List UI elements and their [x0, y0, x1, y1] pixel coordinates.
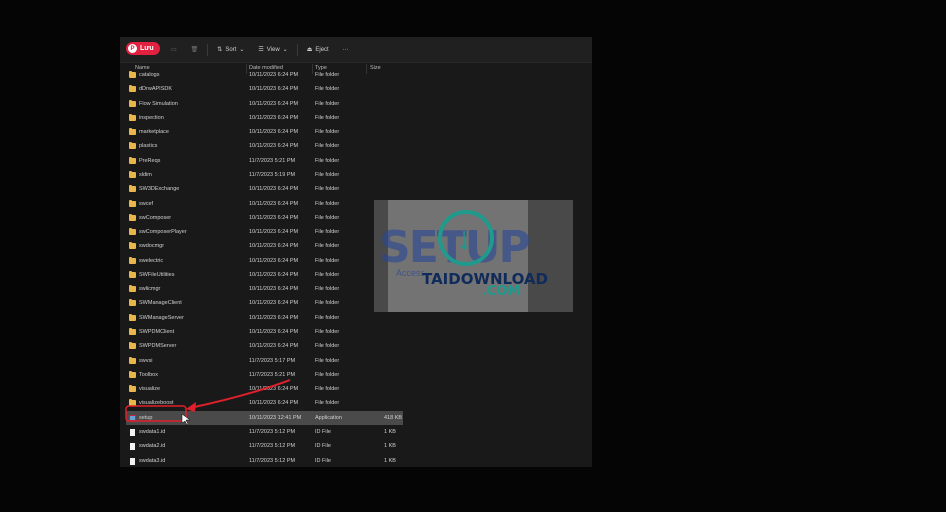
annotation-overlay	[125, 379, 291, 426]
highlight-box	[125, 405, 187, 422]
arrowhead	[186, 402, 196, 412]
annotation-arrow	[189, 379, 291, 409]
